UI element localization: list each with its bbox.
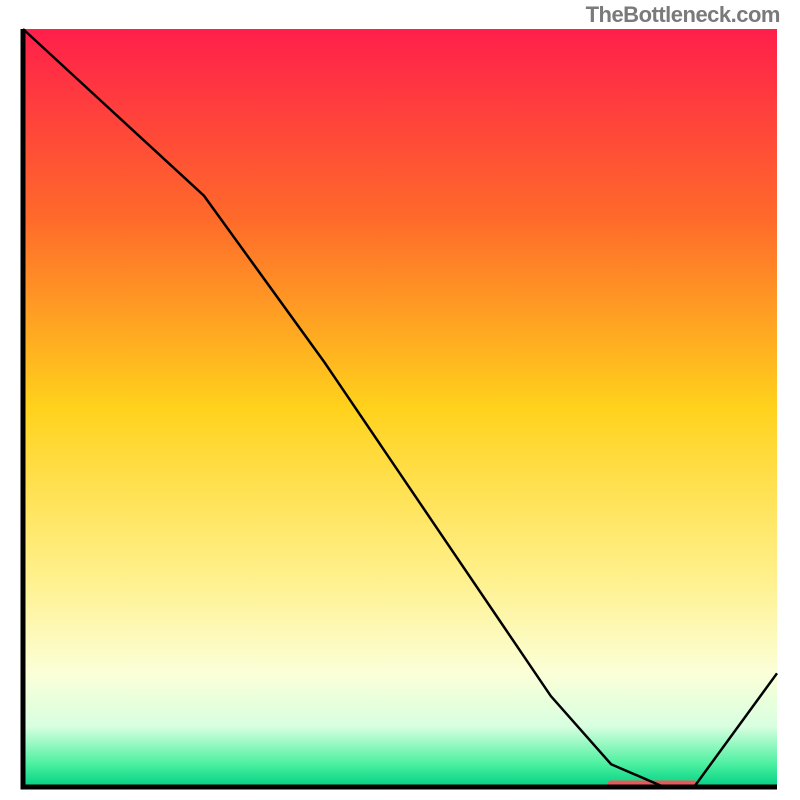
plot-background [23,29,777,787]
attribution-text: TheBottleneck.com [586,2,780,28]
chart-container [20,26,780,790]
chart-svg [20,26,780,790]
